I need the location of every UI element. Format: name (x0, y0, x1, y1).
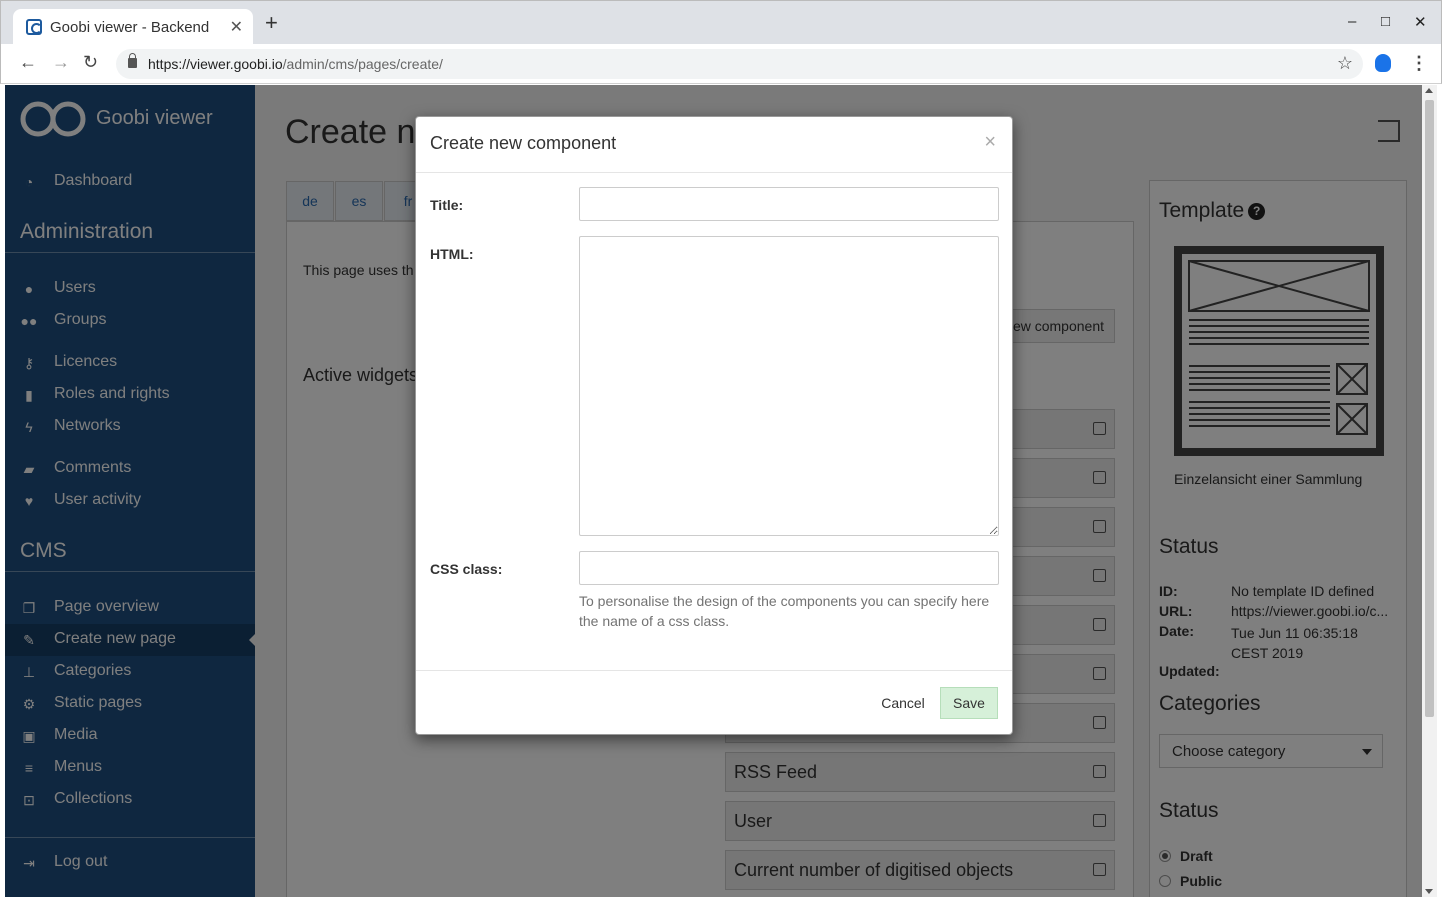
close-icon[interactable]: × (984, 131, 996, 154)
css-class-input[interactable] (579, 551, 999, 585)
address-bar[interactable]: https://viewer.goobi.io/admin/cms/pages/… (116, 49, 1363, 79)
scrollbar-thumb[interactable] (1425, 100, 1434, 717)
save-button[interactable]: Save (940, 687, 998, 719)
browser-toolbar: ← → ↻ https://viewer.goobi.io/admin/cms/… (0, 44, 1442, 84)
divider (416, 670, 1012, 671)
html-textarea[interactable] (579, 236, 999, 536)
browser-tabbar: Goobi viewer - Backend ✕ + – □ ✕ (0, 0, 1442, 45)
modal-title: Create new component (430, 133, 617, 153)
browser-menu-icon[interactable]: ⋮ (1410, 53, 1428, 74)
vertical-scrollbar[interactable] (1422, 85, 1437, 897)
reload-icon[interactable]: ↻ (83, 52, 98, 73)
browser-tab[interactable]: Goobi viewer - Backend ✕ (13, 9, 253, 45)
lock-icon (128, 53, 137, 68)
title-label: Title: (430, 197, 464, 213)
window-close-icon[interactable]: ✕ (1414, 13, 1427, 31)
tab-close-icon[interactable]: ✕ (230, 17, 243, 37)
goobi-favicon-icon (26, 19, 42, 35)
divider (416, 172, 1012, 173)
html-label: HTML: (430, 246, 474, 262)
minimize-icon[interactable]: – (1348, 13, 1356, 30)
url-text: https://viewer.goobi.io/admin/cms/pages/… (148, 56, 443, 72)
scroll-down-icon[interactable] (1425, 889, 1433, 894)
title-input[interactable] (579, 187, 999, 221)
bookmark-star-icon[interactable]: ☆ (1337, 53, 1353, 74)
cancel-button[interactable]: Cancel (864, 687, 942, 719)
extension-icon[interactable] (1375, 54, 1391, 72)
back-icon[interactable]: ← (19, 52, 37, 73)
new-tab-icon[interactable]: + (265, 12, 278, 34)
scroll-up-icon[interactable] (1425, 88, 1433, 93)
forward-icon[interactable]: → (52, 52, 70, 73)
css-class-help-text: To personalise the design of the compone… (579, 593, 990, 629)
css-class-label: CSS class: (430, 561, 503, 577)
tab-title: Goobi viewer - Backend (50, 19, 210, 36)
maximize-icon[interactable]: □ (1381, 13, 1390, 30)
create-component-modal: Create new component × Title: HTML: CSS … (415, 116, 1013, 735)
